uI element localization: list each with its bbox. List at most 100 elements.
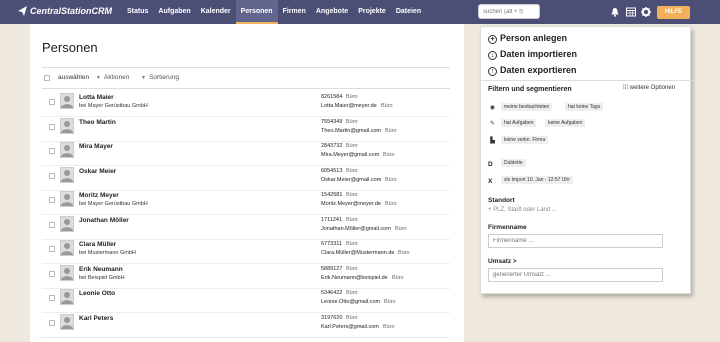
filter-chip-no-tags[interactable]: hat keine Tags (565, 103, 604, 111)
table-row[interactable]: Moritz Meyer bei Mayer Gerüstbau GmbH 1542… (42, 191, 450, 215)
row-checkbox[interactable] (49, 172, 55, 179)
person-email[interactable]: Leonie.Otto@gmail.com (321, 299, 380, 305)
phone-type-tag: Büro (346, 94, 358, 100)
person-phone[interactable]: 6773311 (321, 241, 342, 247)
location-input[interactable]: + PLZ, Stadt oder Land ... (488, 207, 557, 213)
person-name-link[interactable]: Clara Müller (79, 241, 116, 248)
nav-item-aufgaben[interactable]: Aufgaben (153, 0, 195, 24)
avatar (60, 93, 74, 109)
person-email[interactable]: Lotta.Maier@meyer.de (321, 103, 377, 109)
person-company[interactable]: bei Mayer Gerüstbau GmbH (79, 103, 148, 109)
table-row[interactable]: Mira Mayer 2843732 Büro Mira.Meyer@gmail.co… (42, 142, 450, 166)
table-row[interactable]: Theo Martin 7554349 Büro Theo.Martin@gmail.… (42, 117, 450, 142)
calendar-grid-icon[interactable] (626, 7, 636, 17)
person-email[interactable]: Mira.Meyer@gmail.com (321, 152, 379, 158)
row-checkbox[interactable] (49, 246, 55, 252)
list-toolbar: auswählen ▼ Aktionen ▼ Sortierung (42, 74, 442, 84)
nav-item-status[interactable]: Status (122, 0, 153, 24)
person-silhouette-icon (61, 316, 73, 329)
filter-chip-watched[interactable]: meine beobachteten (501, 103, 553, 111)
import-data-button[interactable]: ↓ Daten importieren (488, 49, 577, 60)
filter-chip-no-tasks[interactable]: keine Aufgaben (545, 119, 586, 127)
filter-chip-xls-import[interactable]: xls Import 10. Jan - 12:57 Uhr (501, 176, 573, 184)
person-phone[interactable]: 1711241 (321, 217, 342, 223)
person-phone[interactable]: 5889127 (321, 266, 342, 272)
search-input[interactable] (478, 4, 540, 19)
row-checkbox[interactable] (49, 295, 55, 301)
revenue-input[interactable] (488, 268, 663, 282)
person-email[interactable]: Jonathan.Möller@gmail.com (321, 226, 391, 232)
filter-chip-has-tasks[interactable]: hat Aufgaben (501, 119, 537, 127)
bell-icon[interactable] (610, 7, 620, 17)
app-logo[interactable]: CentralStationCRM (30, 6, 112, 16)
nav-item-firmen[interactable]: Firmen (278, 0, 311, 24)
person-email[interactable]: Moritz.Meyer@meyer.de (321, 201, 381, 207)
person-phone[interactable]: 8261584 (321, 94, 342, 100)
person-company[interactable]: bei Beispiel GmbH (79, 275, 125, 281)
person-email[interactable]: Karl.Peters@gmail.com (321, 324, 379, 330)
row-checkbox[interactable] (49, 197, 55, 203)
nav-item-kalender[interactable]: Kalender (196, 0, 236, 24)
row-checkbox[interactable] (49, 99, 55, 105)
filter-chip-duplicate[interactable]: Dublette (501, 159, 526, 167)
filter-sidebar: + Person anlegen ↓ Daten importieren ↑ Date… (480, 26, 692, 294)
company-name-input[interactable] (488, 234, 663, 248)
person-phone[interactable]: 3197620 (321, 315, 342, 321)
table-row[interactable]: Karl Peters 3197620 Büro Karl.Peters@gmail.… (42, 313, 450, 338)
person-name-link[interactable]: Erik Neumann (79, 266, 123, 273)
person-company[interactable]: bei Mayer Gerüstbau GmbH (79, 201, 148, 207)
phone-type-tag: Büro (346, 192, 358, 198)
person-email[interactable]: Erik.Neumann@beispiel.de (321, 275, 388, 281)
person-name-link[interactable]: Karl Peters (79, 315, 113, 322)
divider (42, 88, 450, 89)
person-phone[interactable]: 1542581 (321, 192, 342, 198)
person-phone[interactable]: 6054513 (321, 168, 342, 174)
table-row[interactable]: Lotta Maier bei Mayer Gerüstbau GmbH 82615… (42, 93, 450, 117)
create-person-button[interactable]: + Person anlegen (488, 33, 567, 44)
plus-circle-icon: + (488, 35, 497, 44)
more-options-link[interactable]: ⁞⁞⁞ weitere Optionen (623, 85, 675, 91)
person-email[interactable]: Oskar.Meier@gmail.com (321, 177, 381, 183)
row-checkbox[interactable] (49, 148, 55, 154)
person-company[interactable]: bei Mustermann GmbH (79, 250, 136, 256)
nav-item-dateien[interactable]: Dateien (391, 0, 426, 24)
person-email[interactable]: Clara.Müller@Mustermann.de (321, 250, 394, 256)
person-name-link[interactable]: Jonathan Möller (79, 217, 129, 224)
table-row[interactable]: Leonie Otto 5346422 Büro Leonie.Otto@gmail.… (42, 289, 450, 313)
nav-item-projekte[interactable]: Projekte (353, 0, 391, 24)
row-checkbox[interactable] (49, 221, 55, 228)
nav-item-angebote[interactable]: Angebote (311, 0, 353, 24)
table-row[interactable]: Erik Neumann bei Beispiel GmbH 5889127 Büro… (42, 264, 450, 289)
person-silhouette-icon (61, 218, 73, 231)
export-data-button[interactable]: ↑ Daten exportieren (488, 65, 577, 76)
row-checkbox[interactable] (49, 270, 55, 277)
sort-dropdown[interactable]: Sortierung (149, 74, 179, 81)
person-phone[interactable]: 2843732 (321, 143, 342, 149)
nav-item-personen[interactable]: Personen (235, 0, 278, 24)
person-phone[interactable]: 5346422 (321, 290, 342, 296)
actions-dropdown[interactable]: Aktionen (104, 74, 129, 81)
person-email[interactable]: Theo.Martin@gmail.com (321, 128, 381, 134)
x-tag-label: X (488, 178, 493, 185)
person-name-link[interactable]: Oskar Meier (79, 168, 116, 175)
export-data-label: Daten exportieren (500, 65, 577, 75)
gear-icon[interactable] (641, 7, 651, 17)
select-all-checkbox[interactable] (44, 75, 50, 81)
table-row[interactable]: Jonathan Möller 1711241 Büro Jonathan.Mölle… (42, 215, 450, 240)
person-name-link[interactable]: Mira Mayer (79, 143, 113, 150)
avatar (60, 313, 74, 330)
person-silhouette-icon (61, 243, 73, 255)
row-checkbox[interactable] (49, 123, 55, 130)
row-checkbox[interactable] (49, 319, 55, 326)
filter-chip-no-company[interactable]: keine verkn. Firma (501, 136, 549, 144)
person-name-link[interactable]: Theo Martin (79, 119, 116, 126)
help-button[interactable]: HILFE (657, 6, 690, 19)
email-type-tag: Büro (383, 323, 395, 330)
table-row[interactable]: Clara Müller bei Mustermann GmbH 6773311 Bü… (42, 240, 450, 264)
person-name-link[interactable]: Moritz Meyer (79, 192, 119, 199)
person-phone[interactable]: 7554349 (321, 119, 342, 125)
select-dropdown[interactable]: auswählen (58, 74, 89, 81)
person-name-link[interactable]: Lotta Maier (79, 94, 114, 101)
person-name-link[interactable]: Leonie Otto (79, 290, 115, 297)
table-row[interactable]: Oskar Meier 6054513 Büro Oskar.Meier@gmail.… (42, 166, 450, 191)
